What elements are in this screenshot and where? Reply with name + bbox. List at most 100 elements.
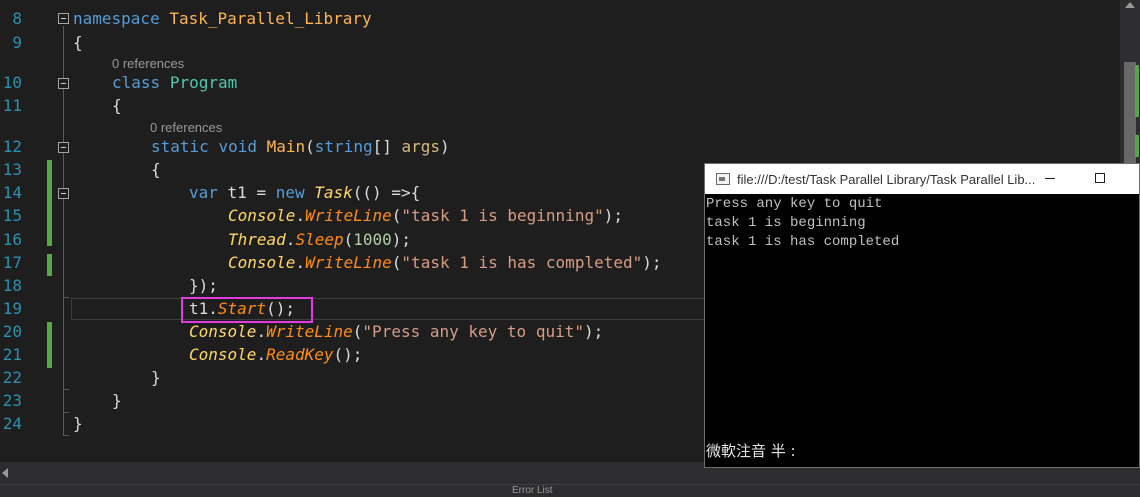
code-line-15[interactable]: Console.WriteLine("task 1 is beginning")…: [228, 206, 623, 226]
namespace-name: Task_Parallel_Library: [169, 9, 372, 28]
outline-guide-end: [63, 389, 69, 390]
punctuation: .: [295, 206, 306, 225]
punctuation: .: [295, 253, 306, 272]
code-line-12[interactable]: static void Main(string[] args): [151, 137, 450, 157]
code-text: (() =>{: [352, 183, 421, 202]
line-number: 19: [2, 299, 22, 318]
console-title: file:///D:/test/Task Parallel Library/Ta…: [737, 172, 1036, 187]
line-number: 10: [2, 73, 22, 92]
parameter-name: args: [401, 137, 441, 156]
punctuation: (: [305, 137, 315, 156]
console-output-line: task 1 is has completed: [706, 234, 900, 250]
code-line-22[interactable]: }: [151, 368, 161, 388]
punctuation: );: [391, 230, 412, 249]
collapse-icon[interactable]: [58, 13, 69, 24]
punctuation: );: [583, 322, 604, 341]
code-line-13[interactable]: {: [151, 160, 161, 180]
code-line-8[interactable]: namespace Task_Parallel_Library: [73, 9, 372, 29]
class-reference: Task: [314, 183, 353, 202]
keyword: var: [189, 183, 218, 202]
collapse-icon[interactable]: [58, 188, 69, 199]
code-line-11[interactable]: {: [112, 96, 122, 116]
code-line-18[interactable]: });: [189, 276, 218, 296]
line-number: 13: [2, 160, 22, 179]
line-number: 21: [2, 345, 22, 364]
punctuation: .: [285, 230, 296, 249]
code-line-24[interactable]: }: [73, 414, 83, 434]
class-reference: Console: [189, 322, 257, 341]
codelens-references[interactable]: 0 references: [150, 121, 222, 135]
method-call: WriteLine: [305, 206, 392, 225]
number-literal: 1000: [353, 230, 392, 249]
punctuation: );: [642, 253, 662, 272]
collapse-icon[interactable]: [58, 78, 69, 89]
keyword: namespace: [73, 9, 160, 28]
line-number: 23: [2, 391, 22, 410]
code-line-23[interactable]: }: [112, 391, 122, 411]
code-line-21[interactable]: Console.ReadKey();: [189, 345, 362, 365]
punctuation: (: [391, 253, 402, 272]
punctuation: ();: [333, 345, 363, 364]
class-reference: Console: [189, 345, 257, 364]
string-literal: "task 1 is beginning": [401, 206, 604, 225]
method-call: Sleep: [295, 230, 344, 249]
code-line-20[interactable]: Console.WriteLine("Press any key to quit…: [189, 322, 603, 342]
string-literal: "Press any key to quit": [362, 322, 584, 341]
punctuation: (: [343, 230, 354, 249]
code-line-16[interactable]: Thread.Sleep(1000);: [228, 230, 411, 250]
error-list-tab[interactable]: Error List: [512, 485, 553, 497]
line-number: 14: [2, 183, 22, 202]
class-reference: Console: [228, 253, 296, 272]
change-marker: [1135, 65, 1139, 117]
punctuation: .: [256, 322, 267, 341]
annotation-highlight-box: [181, 297, 313, 323]
line-number: 12: [2, 137, 22, 156]
method-call: ReadKey: [266, 345, 334, 364]
console-output-line: Press any key to quit: [706, 196, 883, 212]
method-name: Main: [266, 137, 306, 156]
minimize-icon[interactable]: [1045, 178, 1055, 179]
change-indicator-bar: [47, 322, 52, 368]
codelens-references[interactable]: 0 references: [112, 57, 184, 71]
punctuation: (: [391, 206, 402, 225]
outline-guide-end: [63, 412, 69, 413]
punctuation: (: [352, 322, 363, 341]
line-number: 11: [2, 96, 22, 115]
scroll-up-arrow-icon[interactable]: [1125, 2, 1135, 8]
line-number: 16: [2, 230, 22, 249]
scroll-left-arrow-icon[interactable]: [2, 468, 8, 478]
outline-guide-end: [63, 435, 69, 436]
line-number: 17: [2, 253, 22, 272]
class-reference: Thread: [228, 230, 286, 249]
outline-guide-end: [63, 297, 69, 298]
punctuation: );: [603, 206, 623, 225]
string-literal: "task 1 is has completed": [401, 253, 643, 272]
method-call: WriteLine: [266, 322, 353, 341]
console-window-icon: [716, 173, 730, 185]
line-number: 24: [2, 414, 22, 433]
method-call: WriteLine: [305, 253, 392, 272]
line-number: 20: [2, 322, 22, 341]
maximize-icon[interactable]: [1095, 173, 1105, 183]
keyword: void: [218, 137, 257, 156]
line-number: 22: [2, 368, 22, 387]
change-indicator-bar: [47, 254, 52, 276]
code-line-10[interactable]: class Program: [112, 73, 237, 93]
change-marker: [1135, 135, 1139, 157]
console-window[interactable]: file:///D:/test/Task Parallel Library/Ta…: [704, 163, 1140, 468]
console-titlebar[interactable]: file:///D:/test/Task Parallel Library/Ta…: [705, 164, 1139, 194]
tool-window-strip: Error List: [0, 484, 1140, 497]
line-number: 18: [2, 276, 22, 295]
keyword: static: [151, 137, 209, 156]
code-line-9[interactable]: {: [73, 33, 83, 53]
code-line-14[interactable]: var t1 = new Task(() =>{: [189, 183, 420, 203]
collapse-icon[interactable]: [58, 142, 69, 153]
class-name: Program: [169, 73, 238, 92]
change-indicator-bar: [47, 160, 52, 246]
current-line-indicator: [71, 298, 711, 320]
code-text: t1 =: [217, 183, 276, 202]
ime-status-text: 微軟注音 半 :: [706, 442, 796, 460]
code-line-17[interactable]: Console.WriteLine("task 1 is has complet…: [228, 253, 662, 273]
punctuation: []: [372, 137, 402, 156]
